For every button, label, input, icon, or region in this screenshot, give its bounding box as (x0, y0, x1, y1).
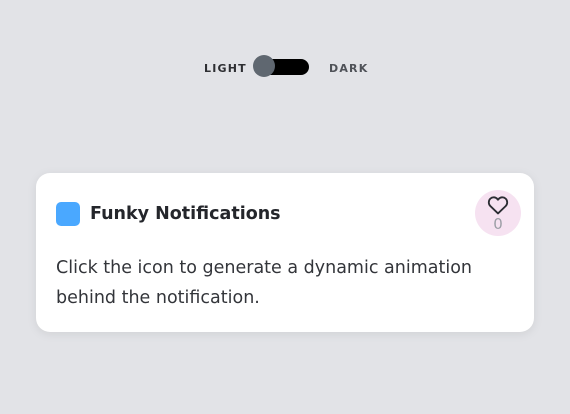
heart-icon (487, 196, 509, 215)
like-button[interactable]: 0 (475, 190, 521, 236)
notification-body: Click the icon to generate a dynamic ani… (56, 258, 472, 308)
notification-card: Funky Notifications 0 Click the icon to … (36, 173, 534, 332)
notification-title: Funky Notifications (90, 204, 281, 224)
dark-label: DARK (329, 62, 369, 75)
like-count: 0 (493, 215, 503, 233)
light-label: LIGHT (204, 62, 247, 75)
theme-toggle-knob[interactable] (253, 55, 275, 77)
theme-toggle-row: LIGHT DARK (0, 52, 570, 84)
app-square-icon (56, 202, 80, 226)
